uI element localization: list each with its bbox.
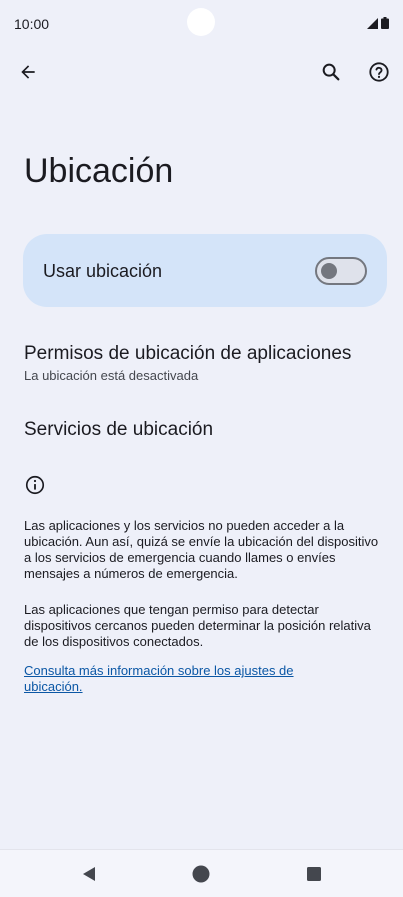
nav-home-button[interactable] [187, 860, 215, 888]
switch-thumb [321, 263, 337, 279]
navigation-bar [0, 849, 403, 897]
app-location-permissions-title: Permisos de ubicación de aplicaciones [24, 343, 352, 364]
back-button[interactable] [8, 52, 48, 92]
nav-recents-button[interactable] [300, 860, 328, 888]
triangle-back-icon [83, 867, 95, 881]
camera-cutout [187, 8, 215, 36]
app-location-permissions-summary: La ubicación está desactivada [24, 368, 199, 383]
help-button[interactable] [359, 52, 399, 92]
signal-icon [367, 18, 378, 29]
use-location-toggle-row[interactable]: Usar ubicación [23, 234, 387, 307]
location-services-title: Servicios de ubicación [24, 419, 214, 440]
battery-icon [381, 17, 389, 29]
page-title: Ubicación [24, 152, 174, 190]
status-bar: 10:00 [0, 0, 403, 48]
circle-home-icon [192, 865, 210, 883]
location-footer-paragraph-1: Las aplicaciones y los servicios no pued… [24, 518, 379, 581]
use-location-label: Usar ubicación [43, 261, 163, 281]
nav-back-button[interactable] [75, 860, 103, 888]
square-recents-icon [307, 867, 321, 881]
status-time: 10:00 [14, 16, 50, 32]
search-button[interactable] [311, 52, 351, 92]
search-icon [322, 63, 340, 81]
app-location-permissions-item[interactable]: Permisos de ubicación de aplicaciones La… [24, 343, 351, 383]
status-icons [367, 17, 389, 29]
info-icon [25, 475, 45, 495]
top-app-bar [0, 52, 403, 92]
help-icon [369, 62, 389, 82]
use-location-switch[interactable] [315, 257, 367, 285]
arrow-left-icon [21, 65, 35, 79]
learn-more-link[interactable]: Consulta más información sobre los ajust… [24, 663, 354, 695]
location-footer-paragraph-2: Las aplicaciones que tengan permiso para… [24, 602, 371, 649]
location-services-item[interactable]: Servicios de ubicación [24, 419, 213, 441]
